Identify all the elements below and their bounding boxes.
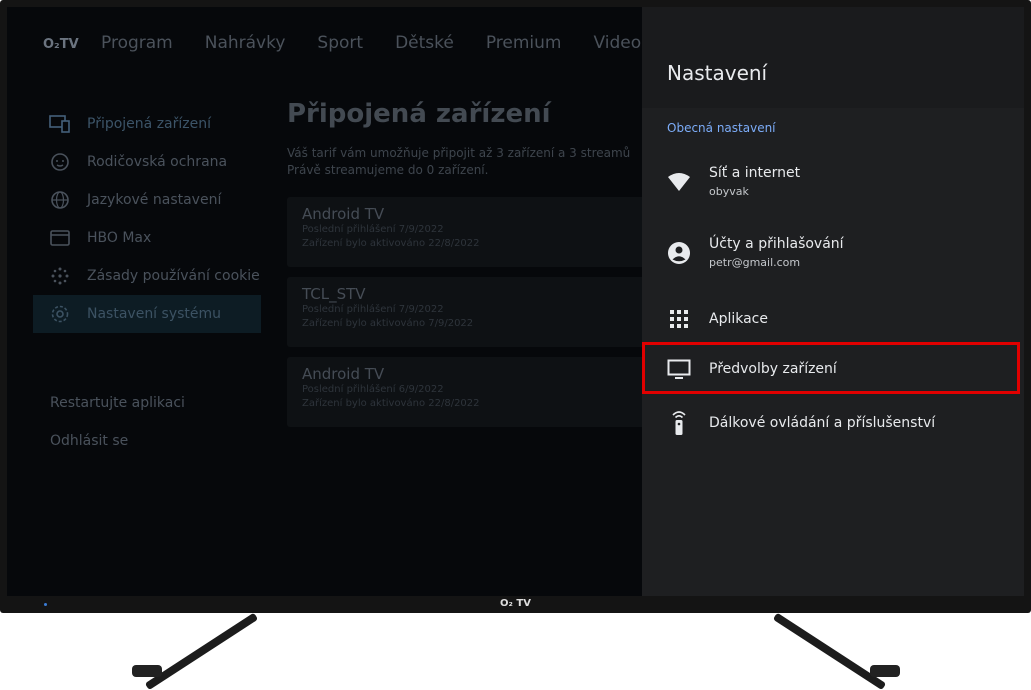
sidebar-item-cookies[interactable]: Zásady používání cookie (33, 257, 261, 295)
device-last-login: Poslední přihlášení 7/9/2022 (302, 304, 444, 315)
nav-item-sport[interactable]: Sport (317, 33, 363, 53)
wifi-icon (667, 170, 691, 194)
connected-devices-content: Připojená zařízení Váš tarif vám umožňuj… (287, 99, 647, 427)
settings-item-network[interactable]: Síť a internet obyvak (642, 165, 1024, 198)
description-line: Váš tarif vám umožňuje připojit až 3 zař… (287, 146, 631, 160)
sidebar-item-label: Zásady používání cookie (87, 268, 260, 284)
tv-stand-leg-left (144, 612, 259, 690)
sidebar-item-label: HBO Max (87, 230, 152, 246)
sidebar-item-label: Jazykové nastavení (87, 192, 222, 208)
nav-item-premium[interactable]: Premium (486, 33, 562, 53)
nav-item-program[interactable]: Program (101, 33, 173, 53)
sidebar-item-parental-control[interactable]: Rodičovská ochrana (33, 143, 261, 181)
child-face-icon (49, 151, 71, 173)
page-title: Připojená zařízení (287, 99, 551, 129)
devices-icon (49, 113, 71, 135)
globe-icon (49, 189, 71, 211)
tv-screen: O₂TV Program Nahrávky Sport Dětské Premi… (7, 7, 1024, 596)
settings-item-subtitle: obyvak (709, 185, 749, 198)
section-label-general: Obecná nastavení (667, 121, 776, 135)
tv-frame: O₂TV Program Nahrávky Sport Dětské Premi… (0, 0, 1031, 613)
account-icon (667, 241, 691, 265)
settings-item-title: Síť a internet (709, 165, 801, 181)
device-activated: Zařízení bylo aktivováno 22/8/2022 (302, 398, 480, 409)
sidebar-item-connected-devices[interactable]: Připojená zařízení (33, 105, 261, 143)
sidebar-item-label: Rodičovská ochrana (87, 154, 228, 170)
device-card[interactable]: TCL_STV Poslední přihlášení 7/9/2022 Zař… (287, 277, 647, 347)
description-line: Právě streamujeme do 0 zařízení. (287, 163, 489, 177)
device-card[interactable]: Android TV Poslední přihlášení 6/9/2022 … (287, 357, 647, 427)
settings-panel: Nastavení Obecná nastavení Síť a interne… (642, 7, 1024, 596)
settings-item-remote-accessories[interactable]: Dálkové ovládání a příslušenství (642, 411, 1024, 435)
settings-item-subtitle: petr@gmail.com (709, 256, 801, 269)
device-card[interactable]: Android TV Poslední přihlášení 7/9/2022 … (287, 197, 647, 267)
restart-app-link[interactable]: Restartujte aplikaci (50, 395, 185, 411)
nav-item-nahravky[interactable]: Nahrávky (205, 33, 286, 53)
cookie-icon (49, 265, 71, 287)
sidebar-item-hbo-max[interactable]: HBO Max (33, 219, 261, 257)
settings-item-title: Účty a přihlašování (709, 236, 844, 252)
tv-stand-leg-right (772, 612, 887, 690)
settings-sidebar: Připojená zařízení Rodičovská ochrana Ja… (33, 105, 261, 333)
nav-item-video[interactable]: Video (594, 33, 642, 53)
device-name: Android TV (302, 365, 385, 383)
device-last-login: Poslední přihlášení 6/9/2022 (302, 384, 444, 395)
remote-icon (667, 411, 691, 435)
settings-panel-title: Nastavení (667, 61, 768, 85)
device-name: TCL_STV (302, 285, 366, 303)
apps-grid-icon (667, 307, 691, 331)
settings-item-apps[interactable]: Aplikace (642, 307, 1024, 331)
tv-stand-foot-right (870, 665, 900, 677)
settings-item-accounts[interactable]: Účty a přihlašování petr@gmail.com (642, 236, 1024, 269)
settings-item-title: Aplikace (709, 311, 768, 327)
top-nav: Program Nahrávky Sport Dětské Premium Vi… (101, 33, 641, 53)
settings-panel-header (642, 7, 1024, 108)
tariff-description: Váš tarif vám umožňuje připojit až 3 zař… (287, 145, 647, 179)
card-icon (49, 227, 71, 249)
device-last-login: Poslední přihlášení 7/9/2022 (302, 224, 444, 235)
o2tv-logo: O₂TV (43, 37, 79, 52)
o2tv-app: O₂TV Program Nahrávky Sport Dětské Premi… (7, 7, 647, 596)
device-activated: Zařízení bylo aktivováno 22/8/2022 (302, 238, 480, 249)
sidebar-item-label: Připojená zařízení (87, 116, 211, 132)
sidebar-item-label: Nastavení systému (87, 306, 222, 322)
device-activated: Zařízení bylo aktivováno 7/9/2022 (302, 318, 474, 329)
logout-link[interactable]: Odhlásit se (50, 433, 128, 449)
tv-brand-logo: O₂ TV (500, 598, 531, 609)
nav-item-detske[interactable]: Dětské (395, 33, 454, 53)
settings-item-title: Dálkové ovládání a příslušenství (709, 415, 936, 431)
sidebar-item-system-settings[interactable]: Nastavení systému (33, 295, 261, 333)
highlight-frame (642, 342, 1020, 394)
sidebar-item-language[interactable]: Jazykové nastavení (33, 181, 261, 219)
device-name: Android TV (302, 205, 385, 223)
gear-icon (49, 303, 71, 325)
tv-stand-foot-left (132, 665, 162, 677)
